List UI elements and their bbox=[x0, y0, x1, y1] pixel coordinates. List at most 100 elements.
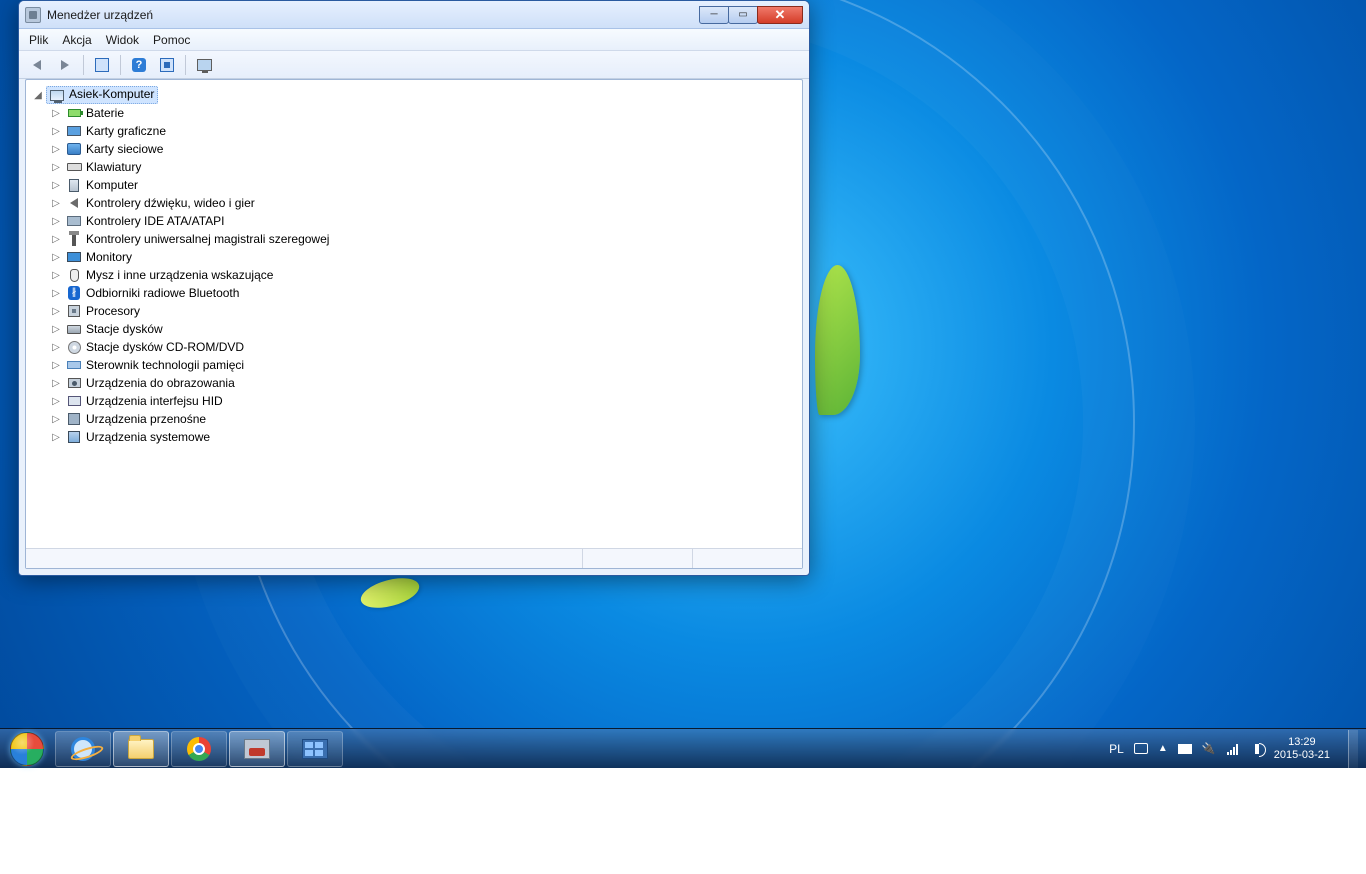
menu-file[interactable]: Plik bbox=[29, 33, 48, 47]
expand-icon[interactable]: ▷ bbox=[50, 378, 62, 389]
tree-item-label: Stacje dysków CD-ROM/DVD bbox=[86, 340, 244, 354]
menu-help[interactable]: Pomoc bbox=[153, 33, 190, 47]
tray-power-icon[interactable]: 🔌 bbox=[1202, 742, 1216, 756]
mem-icon bbox=[66, 357, 82, 373]
tray-language[interactable]: PL bbox=[1109, 742, 1124, 756]
tree-item[interactable]: ▷ ∦ Odbiorniki radiowe Bluetooth bbox=[50, 284, 794, 302]
taskbar: PL ▲ 🔌 13:29 2015-03-21 bbox=[0, 728, 1366, 768]
minimize-button[interactable]: ─ bbox=[699, 6, 729, 24]
expand-icon[interactable]: ▷ bbox=[50, 198, 62, 209]
tree-item[interactable]: ▷Kontrolery uniwersalnej magistrali szer… bbox=[50, 230, 794, 248]
toolbar-separator bbox=[120, 55, 121, 75]
taskbar-devmgr[interactable] bbox=[229, 731, 285, 767]
expand-icon[interactable]: ▷ bbox=[50, 234, 62, 245]
tray-flag-icon[interactable] bbox=[1178, 742, 1192, 756]
disk-icon bbox=[66, 321, 82, 337]
expand-icon[interactable]: ▷ bbox=[50, 108, 62, 119]
root-label: Asiek-Komputer bbox=[69, 87, 154, 103]
tree-item[interactable]: ▷Stacje dysków bbox=[50, 320, 794, 338]
expand-icon[interactable]: ▷ bbox=[50, 144, 62, 155]
tree-item[interactable]: ▷Urządzenia systemowe bbox=[50, 428, 794, 446]
bt-icon: ∦ bbox=[66, 285, 82, 301]
expand-icon[interactable]: ▷ bbox=[50, 324, 62, 335]
expand-icon[interactable]: ▷ bbox=[50, 306, 62, 317]
expand-icon[interactable]: ▷ bbox=[50, 360, 62, 371]
expand-icon[interactable]: ▷ bbox=[50, 414, 62, 425]
tree-item[interactable]: ▷Karty graficzne bbox=[50, 122, 794, 140]
expand-icon[interactable]: ▷ bbox=[50, 288, 62, 299]
pc-icon bbox=[66, 177, 82, 193]
tray-volume-icon[interactable] bbox=[1250, 742, 1264, 756]
expand-icon[interactable]: ▷ bbox=[50, 270, 62, 281]
expand-icon[interactable]: ▷ bbox=[50, 216, 62, 227]
tree-item[interactable]: ▷Urządzenia przenośne bbox=[50, 410, 794, 428]
tray-show-hidden-icon[interactable]: ▲ bbox=[1158, 743, 1168, 754]
tree-item[interactable]: ▷ Urządzenia interfejsu HID bbox=[50, 392, 794, 410]
panel-icon bbox=[95, 58, 109, 72]
scan-hardware-button[interactable] bbox=[192, 54, 216, 76]
expand-icon[interactable]: ▷ bbox=[50, 252, 62, 263]
device-tree[interactable]: ◢ Asiek-Komputer ▷Baterie▷Karty graficzn… bbox=[26, 80, 802, 548]
usb-icon bbox=[66, 231, 82, 247]
taskbar-control-panel[interactable] bbox=[287, 731, 343, 767]
clock-date: 2015-03-21 bbox=[1274, 749, 1330, 762]
expand-icon[interactable]: ▷ bbox=[50, 162, 62, 173]
tree-item[interactable]: ▷ Klawiatury bbox=[50, 158, 794, 176]
maximize-button[interactable]: ▭ bbox=[728, 6, 758, 24]
titlebar[interactable]: Menedżer urządzeń ─ ▭ ✕ bbox=[19, 1, 809, 29]
show-desktop-button[interactable] bbox=[1348, 730, 1358, 768]
expand-icon[interactable]: ▷ bbox=[50, 180, 62, 191]
expand-icon[interactable]: ▷ bbox=[50, 342, 62, 353]
back-button[interactable] bbox=[25, 54, 49, 76]
device-manager-window: Menedżer urządzeń ─ ▭ ✕ Plik Akcja Widok… bbox=[18, 0, 810, 576]
forward-button[interactable] bbox=[53, 54, 77, 76]
tree-item[interactable]: ▷Procesory bbox=[50, 302, 794, 320]
tree-item[interactable]: ▷Baterie bbox=[50, 104, 794, 122]
tree-item[interactable]: ▷ Stacje dysków CD-ROM/DVD bbox=[50, 338, 794, 356]
tree-item[interactable]: ▷Kontrolery dźwięku, wideo i gier bbox=[50, 194, 794, 212]
start-button[interactable] bbox=[0, 729, 54, 769]
properties-button[interactable] bbox=[155, 54, 179, 76]
help-icon: ? bbox=[132, 58, 146, 72]
tree-item[interactable]: ▷Kontrolery IDE ATA/ATAPI bbox=[50, 212, 794, 230]
net-icon bbox=[66, 141, 82, 157]
taskbar-ie[interactable] bbox=[55, 731, 111, 767]
expand-icon[interactable]: ▷ bbox=[50, 126, 62, 137]
tree-item-label: Klawiatury bbox=[86, 160, 141, 174]
battery-icon bbox=[66, 105, 82, 121]
tree-item[interactable]: ▷Monitory bbox=[50, 248, 794, 266]
expand-icon[interactable]: ▷ bbox=[50, 432, 62, 443]
chrome-icon bbox=[187, 737, 211, 761]
taskbar-chrome[interactable] bbox=[171, 731, 227, 767]
tree-item-label: Sterownik technologii pamięci bbox=[86, 358, 244, 372]
tree-item[interactable]: ▷Karty sieciowe bbox=[50, 140, 794, 158]
tree-item-label: Odbiorniki radiowe Bluetooth bbox=[86, 286, 239, 300]
tree-children: ▷Baterie▷Karty graficzne▷Karty sieciowe▷… bbox=[50, 104, 794, 446]
tree-item[interactable]: ▷Komputer bbox=[50, 176, 794, 194]
expand-icon[interactable]: ▷ bbox=[50, 396, 62, 407]
tree-item-label: Urządzenia interfejsu HID bbox=[86, 394, 223, 408]
tree-item[interactable]: ▷ Mysz i inne urządzenia wskazujące bbox=[50, 266, 794, 284]
tree-item-label: Mysz i inne urządzenia wskazujące bbox=[86, 268, 273, 282]
tree-root[interactable]: ◢ Asiek-Komputer bbox=[32, 86, 794, 104]
tree-item-label: Urządzenia do obrazowania bbox=[86, 376, 235, 390]
statusbar bbox=[26, 548, 802, 568]
menu-action[interactable]: Akcja bbox=[62, 33, 91, 47]
toolbar-separator bbox=[83, 55, 84, 75]
window-title: Menedżer urządzeń bbox=[47, 8, 153, 22]
help-button[interactable]: ? bbox=[127, 54, 151, 76]
show-hide-tree-button[interactable] bbox=[90, 54, 114, 76]
wallpaper-leaf bbox=[815, 265, 860, 415]
mouse-icon bbox=[66, 267, 82, 283]
close-button[interactable]: ✕ bbox=[757, 6, 803, 24]
taskbar-explorer[interactable] bbox=[113, 731, 169, 767]
collapse-icon[interactable]: ◢ bbox=[32, 90, 44, 101]
tray-network-icon[interactable] bbox=[1226, 742, 1240, 756]
tray-clock[interactable]: 13:29 2015-03-21 bbox=[1274, 736, 1330, 762]
tray-keyboard-icon[interactable] bbox=[1134, 742, 1148, 756]
menu-view[interactable]: Widok bbox=[106, 33, 139, 47]
monitor-icon bbox=[66, 249, 82, 265]
tree-item[interactable]: ▷ Urządzenia do obrazowania bbox=[50, 374, 794, 392]
tree-item[interactable]: ▷ Sterownik technologii pamięci bbox=[50, 356, 794, 374]
scan-icon bbox=[197, 59, 212, 71]
